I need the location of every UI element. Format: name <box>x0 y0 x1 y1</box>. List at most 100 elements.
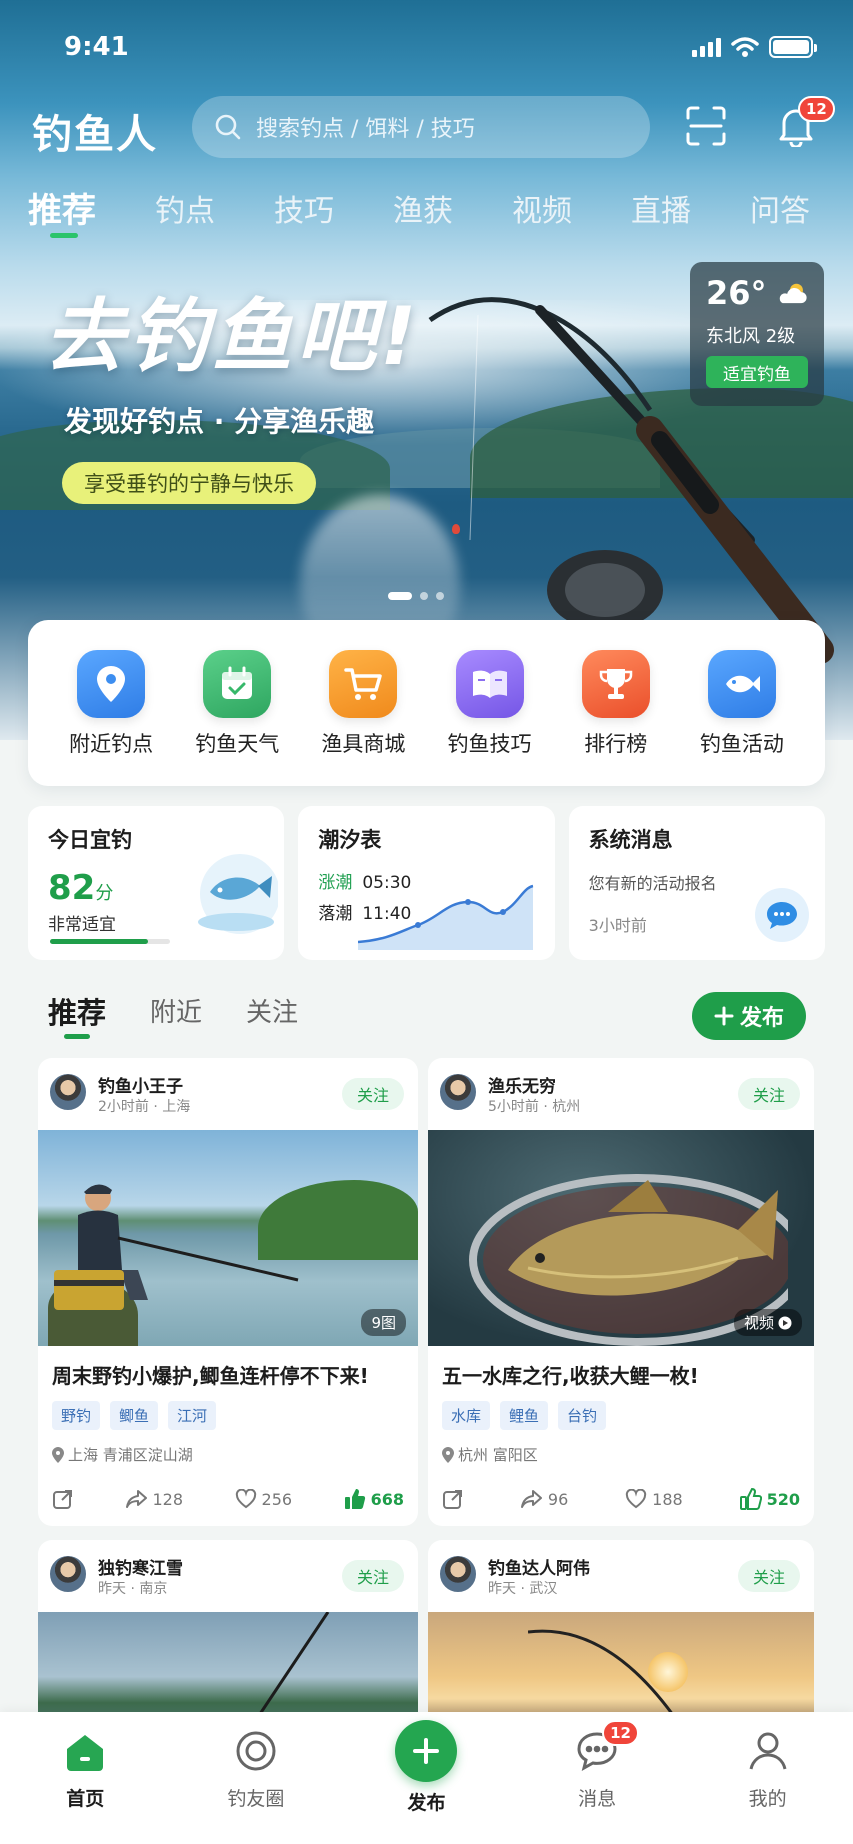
tab-spots[interactable]: 钓点 <box>155 186 215 246</box>
post-author[interactable]: 渔乐无穷 <box>488 1072 556 1097</box>
shortcut-shop[interactable]: 渔具商城 <box>308 650 418 786</box>
repost-button[interactable] <box>52 1488 74 1510</box>
heart-icon <box>625 1489 647 1509</box>
shortcut-activities[interactable]: 钓鱼活动 <box>687 650 797 786</box>
nav-label: 首页 <box>66 1788 105 1810</box>
post-location[interactable]: 杭州 富阳区 <box>442 1444 814 1465</box>
feed-card[interactable]: 钓鱼达人阿伟 昨天 · 武汉 关注 <box>428 1540 814 1740</box>
post-author[interactable]: 钓鱼小王子 <box>98 1072 183 1097</box>
shortcut-ranking[interactable]: 排行榜 <box>561 650 671 786</box>
location-text: 杭州 富阳区 <box>458 1446 538 1464</box>
like-button[interactable]: 256 <box>235 1489 292 1509</box>
message-badge: 12 <box>602 1720 639 1746</box>
avatar[interactable] <box>438 1072 478 1112</box>
feed-tab-nearby[interactable]: 附近 <box>150 992 202 1029</box>
share-button[interactable]: 128 <box>125 1488 184 1510</box>
post-tags: 野钓 鲫鱼 江河 <box>52 1401 418 1430</box>
post-image[interactable]: 9图 <box>38 1130 418 1346</box>
repost-icon <box>53 1490 72 1509</box>
carousel-dot-active[interactable] <box>388 592 412 600</box>
shortcut-skills[interactable]: 钓鱼技巧 <box>435 650 545 786</box>
avatar[interactable] <box>48 1072 88 1112</box>
banner-subtitle: 发现好钓点 · 分享渔乐趣 <box>64 405 375 438</box>
nav-publish[interactable]: 发布 <box>371 1720 481 1844</box>
share-count: 96 <box>547 1489 569 1509</box>
like-button[interactable]: 188 <box>625 1489 683 1509</box>
tab-catch[interactable]: 渔获 <box>393 186 453 246</box>
share-icon <box>520 1490 542 1508</box>
post-tag[interactable]: 水库 <box>442 1401 491 1430</box>
feed-card[interactable]: 渔乐无穷 5小时前 · 杭州 关注 视频 五一水库之行,收获大鲤一枚! 水库 鲤… <box>428 1058 814 1526</box>
thumbs-up-icon <box>344 1489 365 1509</box>
tide-title: 潮汐表 <box>318 828 382 852</box>
weather-widget[interactable]: 26° 东北风 2级 适宜钓鱼 <box>690 262 824 406</box>
angler-figure <box>54 1184 299 1310</box>
follow-button[interactable]: 关注 <box>342 1078 404 1110</box>
avatar[interactable] <box>48 1554 88 1594</box>
nav-label: 钓友圈 <box>227 1788 285 1810</box>
status-time: 9:41 <box>64 32 129 62</box>
publish-button[interactable]: 发布 <box>692 992 806 1040</box>
tide-card[interactable]: 潮汐表 涨潮 05:30 落潮 11:40 <box>298 806 555 960</box>
post-tag[interactable]: 野钓 <box>52 1401 101 1430</box>
thumbs-up-button[interactable]: 668 <box>344 1488 404 1510</box>
banner-chip[interactable]: 享受垂钓的宁静与快乐 <box>62 462 316 504</box>
play-icon <box>778 1316 792 1329</box>
avatar[interactable] <box>438 1554 478 1594</box>
publish-label: 发布 <box>739 1006 784 1031</box>
post-title[interactable]: 五一水库之行,收获大鲤一枚! <box>442 1360 814 1389</box>
tab-video[interactable]: 视频 <box>512 186 572 246</box>
wifi-icon <box>731 37 759 57</box>
thumbs-up-button[interactable]: 520 <box>739 1488 800 1510</box>
post-tag[interactable]: 台钓 <box>558 1401 607 1430</box>
nav-messages[interactable]: 12 消息 <box>542 1720 652 1844</box>
feed-tab-bar: 推荐 附近 关注 <box>48 990 298 1046</box>
post-location[interactable]: 上海 青浦区淀山湖 <box>52 1444 418 1465</box>
shortcut-weather[interactable]: 钓鱼天气 <box>182 650 292 786</box>
calendar-check-icon <box>203 650 272 718</box>
carousel-dot[interactable] <box>436 592 444 600</box>
feed-card[interactable]: 独钓寒江雪 昨天 · 南京 关注 <box>38 1540 418 1740</box>
post-meta: 昨天 · 武汉 <box>488 1581 558 1597</box>
follow-button[interactable]: 关注 <box>342 1560 404 1592</box>
shortcut-grid: 附近钓点 钓鱼天气 渔具商城 钓鱼技巧 排行榜 钓鱼活动 <box>28 620 825 786</box>
post-tag[interactable]: 江河 <box>168 1401 217 1430</box>
thumbs-up-icon <box>739 1488 762 1510</box>
post-tag[interactable]: 鲫鱼 <box>110 1401 159 1430</box>
tab-recommend[interactable]: 推荐 <box>28 183 96 243</box>
follow-button[interactable]: 关注 <box>738 1560 800 1592</box>
location-pin-icon <box>442 1446 454 1463</box>
weather-temperature: 26° <box>706 274 808 312</box>
feed-card[interactable]: 钓鱼小王子 2小时前 · 上海 关注 9图 周末野钓小爆护,鲫鱼连杆停不下来! … <box>38 1058 418 1526</box>
circle-icon <box>231 1726 281 1776</box>
fishing-index-card[interactable]: 今日宜钓 82分 非常适宜 <box>28 806 285 960</box>
notification-button[interactable]: 12 <box>768 96 835 154</box>
system-message-card[interactable]: 系统消息 您有新的活动报名 3小时前 <box>568 806 825 960</box>
scan-button[interactable] <box>678 98 734 154</box>
post-title[interactable]: 周末野钓小爆护,鲫鱼连杆停不下来! <box>52 1360 418 1389</box>
info-cards: 今日宜钓 82分 非常适宜 潮汐表 涨潮 05:30 落潮 11:40 系统消息… <box>28 806 825 960</box>
tab-skills[interactable]: 技巧 <box>274 186 334 246</box>
feed-tab-recommend[interactable]: 推荐 <box>48 990 106 1039</box>
search-input[interactable]: 搜索钓点 / 饵料 / 技巧 <box>192 96 650 158</box>
post-tag[interactable]: 鲤鱼 <box>500 1401 549 1430</box>
weather-wind: 东北风 2级 <box>706 326 796 347</box>
nav-profile[interactable]: 我的 <box>713 1726 823 1844</box>
like-count: 188 <box>652 1489 683 1509</box>
post-author[interactable]: 独钓寒江雪 <box>98 1554 183 1579</box>
shortcut-nearby-spots[interactable]: 附近钓点 <box>56 650 166 786</box>
repost-button[interactable] <box>442 1488 464 1510</box>
weather-suitability-tag: 适宜钓鱼 <box>706 356 808 388</box>
follow-button[interactable]: 关注 <box>738 1078 800 1110</box>
feed-tab-following[interactable]: 关注 <box>246 992 298 1029</box>
tab-live[interactable]: 直播 <box>631 186 691 246</box>
nav-home[interactable]: 首页 <box>30 1726 140 1844</box>
post-actions: 128 256 668 <box>52 1488 404 1510</box>
carousel-dot[interactable] <box>420 592 428 600</box>
share-count: 128 <box>152 1489 184 1509</box>
nav-circle[interactable]: 钓友圈 <box>201 1726 311 1844</box>
post-author[interactable]: 钓鱼达人阿伟 <box>488 1554 590 1579</box>
share-button[interactable]: 96 <box>520 1488 569 1510</box>
post-image[interactable]: 视频 <box>428 1130 814 1346</box>
tab-qa[interactable]: 问答 <box>750 186 810 246</box>
